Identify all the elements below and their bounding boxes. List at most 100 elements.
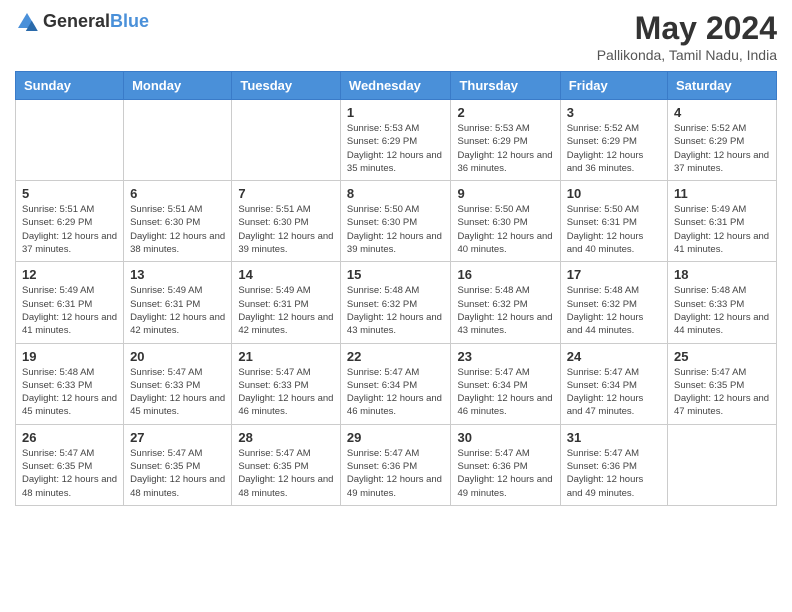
day-cell: 27Sunrise: 5:47 AMSunset: 6:35 PMDayligh… xyxy=(124,424,232,505)
day-info: Sunrise: 5:47 AMSunset: 6:34 PMDaylight:… xyxy=(347,366,445,419)
column-header-wednesday: Wednesday xyxy=(340,72,451,100)
logo-general-text: General xyxy=(43,11,110,31)
day-cell: 4 Sunrise: 5:52 AMSunset: 6:29 PMDaylight… xyxy=(668,100,777,181)
column-header-tuesday: Tuesday xyxy=(232,72,341,100)
day-info: Sunrise: 5:51 AMSunset: 6:29 PMDaylight:… xyxy=(22,203,117,256)
day-cell: 15Sunrise: 5:48 AMSunset: 6:32 PMDayligh… xyxy=(340,262,451,343)
calendar-header-row: SundayMondayTuesdayWednesdayThursdayFrid… xyxy=(16,72,777,100)
day-info: Sunrise: 5:50 AMSunset: 6:30 PMDaylight:… xyxy=(457,203,553,256)
day-info: Sunrise: 5:49 AMSunset: 6:31 PMDaylight:… xyxy=(238,284,334,337)
day-info: Sunrise: 5:47 AMSunset: 6:36 PMDaylight:… xyxy=(567,447,661,500)
calendar-table: SundayMondayTuesdayWednesdayThursdayFrid… xyxy=(15,71,777,506)
day-info: Sunrise: 5:48 AMSunset: 6:33 PMDaylight:… xyxy=(22,366,117,419)
column-header-sunday: Sunday xyxy=(16,72,124,100)
day-cell: 13Sunrise: 5:49 AMSunset: 6:31 PMDayligh… xyxy=(124,262,232,343)
day-info: Sunrise: 5:50 AMSunset: 6:31 PMDaylight:… xyxy=(567,203,661,256)
day-number: 4 xyxy=(674,105,770,120)
day-cell: 1 Sunrise: 5:53 AMSunset: 6:29 PMDaylight… xyxy=(340,100,451,181)
column-header-thursday: Thursday xyxy=(451,72,560,100)
day-cell: 8 Sunrise: 5:50 AMSunset: 6:30 PMDaylight… xyxy=(340,181,451,262)
week-row-5: 26 Sunrise: 5:47 AMSunset: 6:35 PMDayligh… xyxy=(16,424,777,505)
day-cell: 7Sunrise: 5:51 AMSunset: 6:30 PMDaylight… xyxy=(232,181,341,262)
day-cell: 10 Sunrise: 5:50 AMSunset: 6:31 PMDayligh… xyxy=(560,181,667,262)
day-cell xyxy=(668,424,777,505)
day-info: Sunrise: 5:47 AMSunset: 6:36 PMDaylight:… xyxy=(457,447,553,500)
day-number: 17 xyxy=(567,267,661,282)
day-number: 28 xyxy=(238,430,334,445)
day-info: Sunrise: 5:47 AMSunset: 6:33 PMDaylight:… xyxy=(130,366,225,419)
logo: GeneralBlue xyxy=(15,10,149,34)
day-cell: 6Sunrise: 5:51 AMSunset: 6:30 PMDaylight… xyxy=(124,181,232,262)
day-cell: 23 Sunrise: 5:47 AMSunset: 6:34 PMDayligh… xyxy=(451,343,560,424)
day-cell: 16 Sunrise: 5:48 AMSunset: 6:32 PMDayligh… xyxy=(451,262,560,343)
day-number: 22 xyxy=(347,349,445,364)
day-info: Sunrise: 5:52 AMSunset: 6:29 PMDaylight:… xyxy=(567,122,661,175)
day-info: Sunrise: 5:47 AMSunset: 6:35 PMDaylight:… xyxy=(130,447,225,500)
day-number: 13 xyxy=(130,267,225,282)
day-info: Sunrise: 5:47 AMSunset: 6:34 PMDaylight:… xyxy=(457,366,553,419)
day-number: 5 xyxy=(22,186,117,201)
day-number: 16 xyxy=(457,267,553,282)
day-info: Sunrise: 5:48 AMSunset: 6:33 PMDaylight:… xyxy=(674,284,770,337)
day-cell: 28 Sunrise: 5:47 AMSunset: 6:35 PMDayligh… xyxy=(232,424,341,505)
day-number: 14 xyxy=(238,267,334,282)
day-info: Sunrise: 5:51 AMSunset: 6:30 PMDaylight:… xyxy=(130,203,225,256)
day-cell: 17 Sunrise: 5:48 AMSunset: 6:32 PMDayligh… xyxy=(560,262,667,343)
day-info: Sunrise: 5:47 AMSunset: 6:35 PMDaylight:… xyxy=(674,366,770,419)
day-info: Sunrise: 5:47 AMSunset: 6:36 PMDaylight:… xyxy=(347,447,445,500)
day-number: 21 xyxy=(238,349,334,364)
day-cell: 14 Sunrise: 5:49 AMSunset: 6:31 PMDayligh… xyxy=(232,262,341,343)
day-number: 11 xyxy=(674,186,770,201)
day-number: 7 xyxy=(238,186,334,201)
logo-icon xyxy=(15,10,39,34)
day-info: Sunrise: 5:53 AMSunset: 6:29 PMDaylight:… xyxy=(457,122,553,175)
day-cell: 19 Sunrise: 5:48 AMSunset: 6:33 PMDayligh… xyxy=(16,343,124,424)
day-number: 23 xyxy=(457,349,553,364)
day-number: 19 xyxy=(22,349,117,364)
day-info: Sunrise: 5:48 AMSunset: 6:32 PMDaylight:… xyxy=(567,284,661,337)
day-info: Sunrise: 5:48 AMSunset: 6:32 PMDaylight:… xyxy=(347,284,445,337)
day-number: 20 xyxy=(130,349,225,364)
week-row-3: 12 Sunrise: 5:49 AMSunset: 6:31 PMDayligh… xyxy=(16,262,777,343)
day-cell: 12 Sunrise: 5:49 AMSunset: 6:31 PMDayligh… xyxy=(16,262,124,343)
title-area: May 2024 Pallikonda, Tamil Nadu, India xyxy=(597,10,777,63)
day-cell: 20 Sunrise: 5:47 AMSunset: 6:33 PMDayligh… xyxy=(124,343,232,424)
day-number: 8 xyxy=(347,186,445,201)
day-info: Sunrise: 5:49 AMSunset: 6:31 PMDaylight:… xyxy=(22,284,117,337)
day-cell: 11 Sunrise: 5:49 AMSunset: 6:31 PMDayligh… xyxy=(668,181,777,262)
day-number: 25 xyxy=(674,349,770,364)
day-cell: 30 Sunrise: 5:47 AMSunset: 6:36 PMDayligh… xyxy=(451,424,560,505)
day-number: 10 xyxy=(567,186,661,201)
day-cell: 25 Sunrise: 5:47 AMSunset: 6:35 PMDayligh… xyxy=(668,343,777,424)
day-number: 9 xyxy=(457,186,553,201)
week-row-4: 19 Sunrise: 5:48 AMSunset: 6:33 PMDayligh… xyxy=(16,343,777,424)
day-info: Sunrise: 5:53 AMSunset: 6:29 PMDaylight:… xyxy=(347,122,445,175)
day-info: Sunrise: 5:50 AMSunset: 6:30 PMDaylight:… xyxy=(347,203,445,256)
day-number: 12 xyxy=(22,267,117,282)
day-info: Sunrise: 5:47 AMSunset: 6:34 PMDaylight:… xyxy=(567,366,661,419)
day-number: 2 xyxy=(457,105,553,120)
day-cell: 5 Sunrise: 5:51 AMSunset: 6:29 PMDaylight… xyxy=(16,181,124,262)
day-cell: 29 Sunrise: 5:47 AMSunset: 6:36 PMDayligh… xyxy=(340,424,451,505)
day-number: 30 xyxy=(457,430,553,445)
location-subtitle: Pallikonda, Tamil Nadu, India xyxy=(597,47,777,63)
day-number: 26 xyxy=(22,430,117,445)
day-cell: 22 Sunrise: 5:47 AMSunset: 6:34 PMDayligh… xyxy=(340,343,451,424)
day-info: Sunrise: 5:52 AMSunset: 6:29 PMDaylight:… xyxy=(674,122,770,175)
day-info: Sunrise: 5:49 AMSunset: 6:31 PMDaylight:… xyxy=(674,203,770,256)
day-cell: 21Sunrise: 5:47 AMSunset: 6:33 PMDayligh… xyxy=(232,343,341,424)
day-number: 29 xyxy=(347,430,445,445)
day-cell: 31Sunrise: 5:47 AMSunset: 6:36 PMDayligh… xyxy=(560,424,667,505)
day-number: 1 xyxy=(347,105,445,120)
column-header-monday: Monday xyxy=(124,72,232,100)
day-cell: 24Sunrise: 5:47 AMSunset: 6:34 PMDayligh… xyxy=(560,343,667,424)
day-cell: 9 Sunrise: 5:50 AMSunset: 6:30 PMDaylight… xyxy=(451,181,560,262)
day-info: Sunrise: 5:48 AMSunset: 6:32 PMDaylight:… xyxy=(457,284,553,337)
day-cell xyxy=(16,100,124,181)
page-header: GeneralBlue May 2024 Pallikonda, Tamil N… xyxy=(15,10,777,63)
day-cell: 18Sunrise: 5:48 AMSunset: 6:33 PMDayligh… xyxy=(668,262,777,343)
day-cell xyxy=(232,100,341,181)
month-title: May 2024 xyxy=(597,10,777,47)
column-header-friday: Friday xyxy=(560,72,667,100)
day-info: Sunrise: 5:47 AMSunset: 6:35 PMDaylight:… xyxy=(238,447,334,500)
